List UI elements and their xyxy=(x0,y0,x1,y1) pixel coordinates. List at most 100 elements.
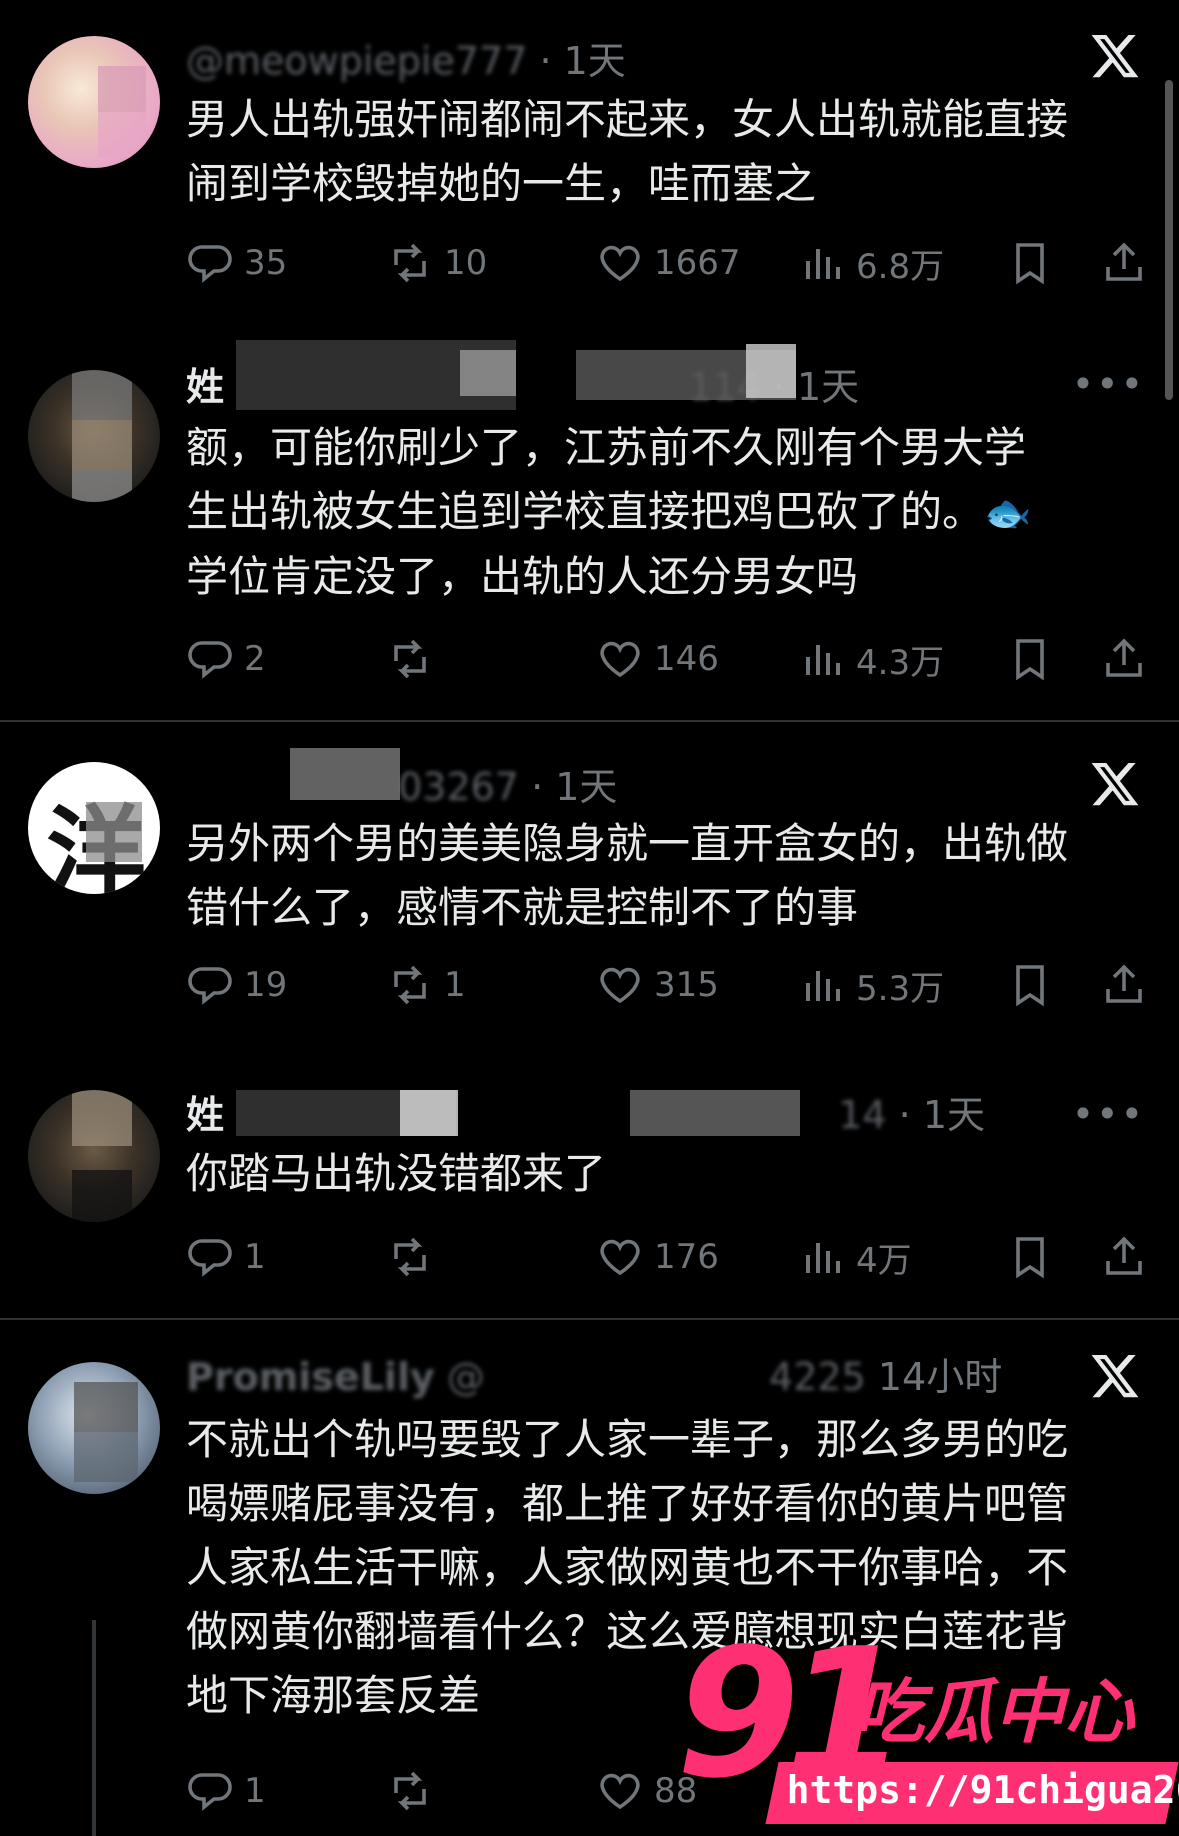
more-options-icon[interactable]: ••• xyxy=(1072,362,1145,406)
post-text: 另外两个男的美美隐身就一直开盒女的，出轨做 错什么了，感情不就是控制不了的事 xyxy=(186,819,1069,932)
post-text-main: 额，可能你刷少了，江苏前不久刚有个男大学 生出轨被女生追到学校直接把鸡巴砍了的。 xyxy=(186,423,1027,536)
author-name[interactable]: PromiseLily xyxy=(186,1355,435,1399)
views-button[interactable]: 4.3万 xyxy=(798,634,944,684)
like-button[interactable]: 146 xyxy=(596,634,719,684)
author-name[interactable]: 姓 xyxy=(186,1093,224,1137)
repost-button[interactable] xyxy=(386,1766,444,1816)
post-text-line3: 学位肯定没了，出轨的人还分男女吗 xyxy=(186,552,859,601)
views-icon xyxy=(806,645,840,675)
bookmark-button[interactable] xyxy=(1006,238,1054,288)
repost-count: 10 xyxy=(444,243,488,283)
timestamp[interactable]: · 1天 xyxy=(539,39,625,83)
repost-icon xyxy=(394,965,426,1005)
repost-icon xyxy=(394,1237,426,1277)
post-text: 额，可能你刷少了，江苏前不久刚有个男大学 生出轨被女生追到学校直接把鸡巴砍了的。… xyxy=(186,416,1146,609)
avatar[interactable] xyxy=(28,36,160,168)
avatar[interactable] xyxy=(28,370,160,502)
post-header: PromiseLily @ 4225 14小时 xyxy=(186,1346,1002,1401)
timestamp[interactable]: · 1天 xyxy=(899,1093,985,1137)
action-bar: 35 10 1667 6.8万 xyxy=(186,238,1148,288)
bookmark-button[interactable] xyxy=(1006,634,1054,684)
author-handle[interactable]: @ xyxy=(447,1355,485,1399)
site-watermark: 91 吃瓜中心 https://91chigua26.com xyxy=(676,1610,1179,1836)
avatar[interactable] xyxy=(28,1362,160,1494)
views-count: 4.3万 xyxy=(856,642,945,683)
watermark-url: https://91chigua26.com xyxy=(786,1768,1179,1812)
watermark-text: 吃瓜中心 xyxy=(854,1671,1134,1753)
repost-button[interactable]: 1 xyxy=(386,960,466,1010)
redaction xyxy=(290,748,400,800)
reply-button[interactable]: 19 xyxy=(186,960,287,1010)
reply-button[interactable]: 2 xyxy=(186,634,266,684)
more-options-icon[interactable]: ••• xyxy=(1072,1092,1145,1136)
views-button[interactable]: 4万 xyxy=(798,1232,912,1282)
author-handle[interactable]: 03267 xyxy=(398,765,519,809)
reply-button[interactable]: 1 xyxy=(186,1766,266,1816)
author-name[interactable]: 姓 xyxy=(186,365,224,409)
views-icon xyxy=(806,971,840,1001)
post-header: 03267 · 1天 xyxy=(186,756,617,811)
repost-button[interactable]: 10 xyxy=(386,238,487,288)
action-bar: 19 1 315 5.3万 xyxy=(186,960,1148,1010)
bookmark-icon xyxy=(1016,243,1044,285)
like-icon xyxy=(600,641,640,678)
reply-icon xyxy=(188,641,232,679)
reply-button[interactable]: 1 xyxy=(186,1232,266,1282)
reply-count: 35 xyxy=(244,243,288,283)
avatar[interactable] xyxy=(28,1090,160,1222)
repost-count: 1 xyxy=(444,965,466,1005)
action-bar: 1 176 4万 xyxy=(186,1232,1148,1282)
reply-icon xyxy=(188,967,232,1005)
repost-icon xyxy=(394,1771,426,1811)
post-2[interactable]: 姓 114 · 1天 ••• 额，可能你刷少了，江苏前不久刚有个男大学 生出轨被… xyxy=(0,300,1179,720)
share-button[interactable] xyxy=(1100,238,1148,288)
post-4[interactable]: 姓 14 · 1天 ••• 你踏马出轨没错都来了 1 176 4万 xyxy=(0,1062,1179,1316)
reply-button[interactable]: 35 xyxy=(186,238,287,288)
repost-icon xyxy=(394,243,426,283)
bookmark-button[interactable] xyxy=(1006,1232,1054,1282)
author-handle[interactable]: 14 xyxy=(838,1093,886,1137)
post-text: 你踏马出轨没错都来了 xyxy=(186,1149,607,1198)
avatar[interactable]: 洋 xyxy=(28,762,160,894)
author-handle[interactable]: @meowpiepie777 xyxy=(186,39,527,83)
thread-line xyxy=(92,1620,96,1836)
post-text: 男人出轨强奸闹都闹不起来，女人出轨就能直接 闹到学校毁掉她的一生，哇而塞之 xyxy=(186,95,1069,208)
like-count: 1667 xyxy=(654,243,741,283)
post-header: @meowpiepie777 · 1天 xyxy=(186,30,626,85)
post-3[interactable]: 洋 03267 · 1天 另外两个男的美美隐身就一直开盒女的，出轨做 错什么了，… xyxy=(0,722,1179,1062)
views-button[interactable]: 6.8万 xyxy=(798,238,944,288)
reply-icon xyxy=(188,1239,232,1277)
redaction xyxy=(460,350,516,396)
share-button[interactable] xyxy=(1100,1232,1148,1282)
views-count: 5.3万 xyxy=(856,968,945,1009)
like-icon xyxy=(600,1773,640,1810)
x-logo-icon xyxy=(1091,1354,1139,1398)
share-button[interactable] xyxy=(1100,634,1148,684)
reply-count: 19 xyxy=(244,965,288,1005)
share-icon xyxy=(1106,242,1142,281)
repost-button[interactable] xyxy=(386,1232,444,1282)
like-button[interactable]: 315 xyxy=(596,960,719,1010)
like-button[interactable]: 1667 xyxy=(596,238,741,288)
views-count: 6.8万 xyxy=(856,246,945,287)
reply-count: 1 xyxy=(244,1237,266,1277)
views-button[interactable]: 5.3万 xyxy=(798,960,944,1010)
like-count: 146 xyxy=(654,639,719,679)
reply-icon xyxy=(188,245,232,283)
author-handle-tail: 4225 xyxy=(769,1355,866,1399)
like-count: 315 xyxy=(654,965,719,1005)
post-1[interactable]: @meowpiepie777 · 1天 男人出轨强奸闹都闹不起来，女人出轨就能直… xyxy=(0,0,1179,300)
share-button[interactable] xyxy=(1100,960,1148,1010)
reply-count: 1 xyxy=(244,1771,266,1811)
repost-icon xyxy=(394,639,426,679)
timestamp[interactable]: 14小时 xyxy=(878,1355,1002,1399)
share-icon xyxy=(1106,964,1142,1003)
bookmark-button[interactable] xyxy=(1006,960,1054,1010)
like-button[interactable]: 176 xyxy=(596,1232,719,1282)
views-icon xyxy=(806,249,840,279)
bookmark-icon xyxy=(1016,639,1044,681)
timestamp[interactable]: · 1天 xyxy=(531,765,617,809)
watermark-url-badge: https://91chigua26.com xyxy=(765,1762,1179,1824)
fish-emoji: 🐟 xyxy=(984,491,1032,535)
repost-button[interactable] xyxy=(386,634,444,684)
